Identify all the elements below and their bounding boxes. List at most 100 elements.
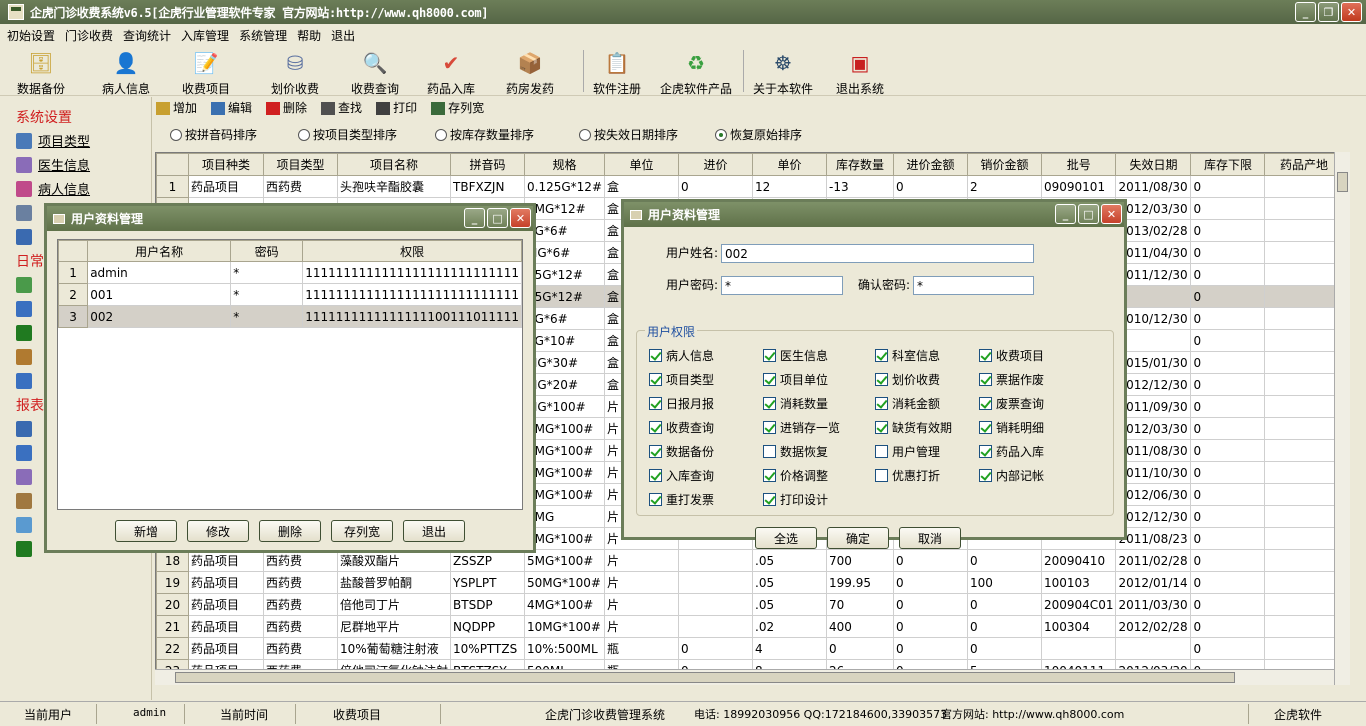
column-header[interactable]: 项目名称 [336,153,452,176]
table-cell[interactable]: 瓶 [604,637,679,660]
subtoolbar-print-button[interactable]: 打印 [376,99,417,116]
table-cell[interactable]: 2013/02/28 [1115,219,1192,242]
user-name-cell[interactable]: 002 [87,305,232,328]
exit-button[interactable]: 退出 [403,520,465,542]
permission-checkbox[interactable]: 收费项目 [979,347,1044,364]
table-cell[interactable]: 5MG*100# [524,527,605,550]
table-cell[interactable] [678,549,753,572]
table-cell[interactable]: 0 [1190,197,1266,220]
menu-item[interactable]: 初始设置 [2,27,60,44]
table-cell[interactable]: 10%PTTZS [450,637,526,660]
table-cell[interactable]: 25G*12# [524,285,605,308]
table-cell[interactable]: 0 [1190,549,1266,572]
nav-item-hidden-6[interactable] [16,349,32,365]
permission-checkbox[interactable]: 入库查询 [649,467,714,484]
table-cell[interactable]: 1G*10# [524,329,605,352]
table-cell[interactable]: 0 [1190,175,1266,198]
table-cell[interactable]: 尼群地平片 [336,615,452,638]
table-cell[interactable]: 1G*6# [524,307,605,330]
table-cell[interactable] [678,593,753,616]
nav-item-project-type[interactable]: 项目类型 [16,131,90,150]
column-header[interactable]: 失效日期 [1115,153,1192,176]
table-cell[interactable]: 0 [967,637,1042,660]
table-cell[interactable]: 0 [967,549,1042,572]
table-cell[interactable]: 药品项目 [188,593,264,616]
permission-checkbox[interactable]: 消耗金额 [875,395,940,412]
table-cell[interactable]: 0 [893,549,968,572]
table-cell[interactable]: 100304 [1040,615,1117,638]
table-cell[interactable] [1264,505,1344,528]
table-cell[interactable]: TBFXZJN [450,175,526,198]
table-cell[interactable]: 5MG*100# [524,483,605,506]
table-row[interactable]: 20 药品项目 西药费 倍他司丁片 BTSDP 4MG*100# 片 .05 70 0 0 20090… [156,593,1344,616]
user-row[interactable]: 3 002 * 1111111111111111100111011111 [58,305,522,328]
user-pwd-cell[interactable]: * [230,283,304,306]
table-cell[interactable]: 2012/03/30 [1115,197,1192,220]
table-row[interactable]: 19 药品项目 西药费 盐酸普罗帕酮 YSPLPT 50MG*100# 片 .05 199.95… [156,571,1344,594]
table-cell[interactable] [1264,439,1344,462]
table-cell[interactable]: 2012/02/28 [1115,615,1192,638]
table-cell[interactable] [1264,549,1344,572]
column-header[interactable]: 用户名称 [87,240,232,262]
permission-checkbox[interactable]: 收费查询 [649,419,714,436]
table-cell[interactable]: MG*6# [524,241,605,264]
table-cell[interactable]: 2011/12/30 [1115,263,1192,286]
grid-horizontal-scrollbar[interactable] [155,669,1334,685]
table-cell[interactable] [1264,219,1344,242]
nav-item-hidden-3[interactable] [16,277,32,293]
table-cell[interactable]: 4MG*100# [524,593,605,616]
table-cell[interactable]: 200904C01 [1040,593,1117,616]
confirm-button[interactable]: 确定 [827,527,889,549]
table-cell[interactable]: .05 [752,593,827,616]
permission-checkbox[interactable]: 数据恢复 [763,443,828,460]
table-cell[interactable]: 片 [604,615,679,638]
column-header[interactable]: 药品产地 [1264,153,1344,176]
toolbar-refresh-button[interactable]: ♻ 企虎软件产品 [655,48,737,96]
table-cell[interactable] [1264,351,1344,374]
toolbar-search-button[interactable]: 🔍 收费查询 [340,48,410,96]
table-cell[interactable] [1264,615,1344,638]
table-cell[interactable]: 药品项目 [188,637,264,660]
table-cell[interactable]: MG*100# [524,395,605,418]
user-grid[interactable]: 用户名称 密码 权限 1 admin * 1111111111111111111111111… [57,239,523,510]
table-cell[interactable]: 4 [752,637,827,660]
dialog-minimize-button[interactable]: _ [1055,204,1076,224]
table-cell[interactable]: 0 [1190,593,1266,616]
menu-item[interactable]: 系统管理 [234,27,292,44]
table-cell[interactable]: 0 [893,571,968,594]
permission-checkbox[interactable]: 票据作废 [979,371,1044,388]
table-cell[interactable] [1264,417,1344,440]
table-cell[interactable]: 2011/08/30 [1115,175,1192,198]
table-cell[interactable]: 2012/06/30 [1115,483,1192,506]
table-cell[interactable] [1264,241,1344,264]
table-cell[interactable]: 片 [604,593,679,616]
nav-item-hidden-10[interactable] [16,469,32,485]
table-cell[interactable]: 0 [1190,439,1266,462]
cancel-button[interactable]: 取消 [899,527,961,549]
column-header[interactable]: 库存数量 [826,153,894,176]
table-cell[interactable]: 0 [1190,241,1266,264]
permission-checkbox[interactable]: 医生信息 [763,347,828,364]
table-cell[interactable]: .05 [752,549,827,572]
subtoolbar-edit-button[interactable]: 编辑 [211,99,252,116]
user-row[interactable]: 1 admin * 1111111111111111111111111111 [58,261,522,284]
table-cell[interactable]: 0 [1190,373,1266,396]
table-cell[interactable] [1115,285,1192,308]
modify-user-button[interactable]: 修改 [187,520,249,542]
table-cell[interactable]: MG*20# [524,373,605,396]
user-pwd-cell[interactable]: * [230,261,304,284]
table-cell[interactable]: 西药费 [263,615,338,638]
nav-item-hidden-2[interactable] [16,229,32,245]
confirm-password-input[interactable]: * [913,276,1034,295]
table-cell[interactable]: 药品项目 [188,175,264,198]
toolbar-fee-item-button[interactable]: 📝 收费项目 [175,48,237,96]
table-cell[interactable]: 0 [1190,395,1266,418]
table-cell[interactable]: 10MG*100# [524,615,605,638]
table-cell[interactable]: 0 [1190,417,1266,440]
permission-checkbox[interactable]: 优惠打折 [875,467,940,484]
table-cell[interactable]: 0 [1190,461,1266,484]
table-cell[interactable] [1115,637,1192,660]
dialog-close-button[interactable]: ✕ [510,208,531,228]
permission-checkbox[interactable]: 科室信息 [875,347,940,364]
subtoolbar-delete-button[interactable]: 删除 [266,99,307,116]
